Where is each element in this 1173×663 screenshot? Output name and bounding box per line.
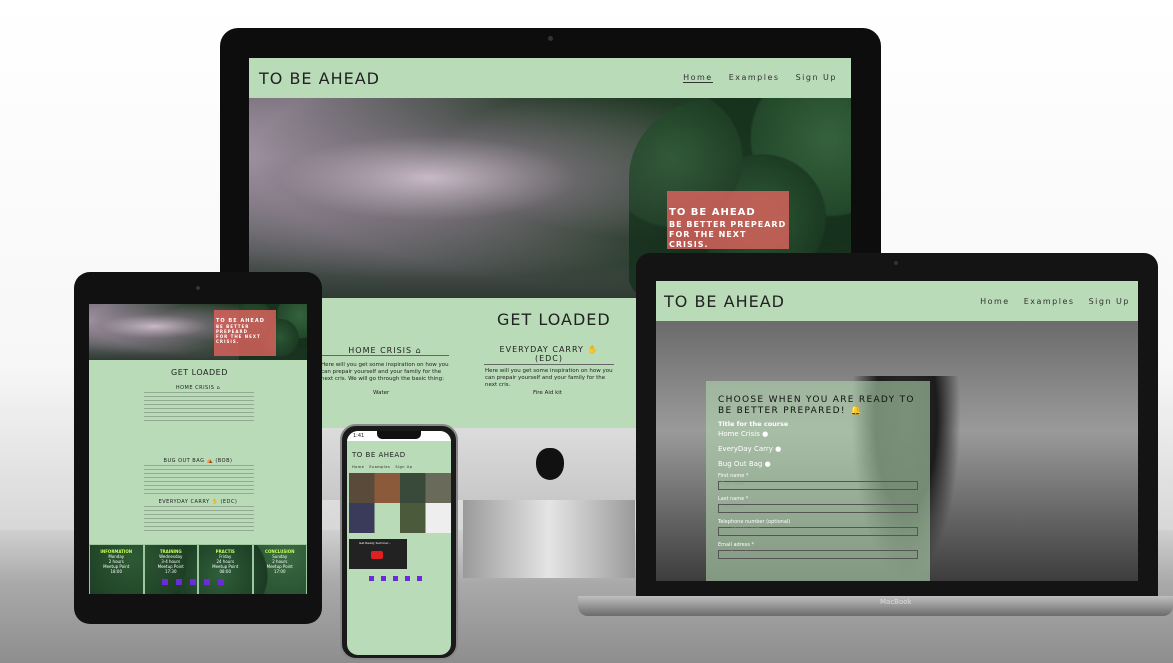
facebook-icon[interactable]	[162, 579, 168, 585]
laptop-screen: TO BE AHEAD Home Examples Sign Up CHOOSE…	[656, 281, 1138, 581]
laptop-brand[interactable]: TO BE AHEAD	[664, 292, 785, 311]
nav-sign-up[interactable]: Sign Up	[796, 73, 837, 83]
laptop-camera	[894, 261, 898, 265]
laptop-nav-sign-up[interactable]: Sign Up	[1089, 297, 1130, 306]
tablet-callout-line3: FOR THE NEXT CRISIS.	[216, 334, 261, 345]
phone-label: Telephone number (optional)	[718, 518, 791, 525]
tablet-bob-desc	[144, 465, 254, 495]
house-icon: ⌂	[415, 346, 422, 355]
laptop-navbar: TO BE AHEAD Home Examples Sign Up	[656, 281, 1138, 321]
tablet-edc-desc	[144, 506, 254, 534]
imac-camera	[548, 36, 553, 41]
apple-logo-icon	[536, 448, 564, 480]
site-brand[interactable]: TO BE AHEAD	[259, 69, 380, 88]
course-option-home[interactable]: Home Crisis ●	[718, 430, 918, 438]
phone-brand[interactable]: TO BE AHEAD	[352, 451, 406, 459]
info-col-training: TRAINING Wednesday 3-4 hours Meetup Point 1…	[143, 544, 198, 594]
phone-footer-icons	[369, 576, 422, 581]
phone-icon[interactable]	[204, 579, 210, 585]
phone-input[interactable]: e.g. 0701234567	[718, 526, 918, 536]
hand-icon: ✋	[587, 345, 599, 354]
play-button-icon[interactable]	[371, 551, 383, 559]
tablet-footer-icons	[162, 579, 224, 585]
mail-icon[interactable]	[218, 579, 224, 585]
tablet-info-strip: INFORMATION Monday 2 hours Meetup Point 18:…	[89, 544, 307, 594]
form-heading: CHOOSE WHEN YOU ARE READY TO BE BETTER P…	[718, 395, 915, 417]
first-name-label: First name *	[718, 472, 749, 479]
laptop-base: MacBook	[578, 596, 1173, 616]
instagram-icon[interactable]	[190, 579, 196, 585]
imac-stand	[463, 500, 635, 578]
last-name-label: Last name *	[718, 495, 749, 502]
laptop-nav: Home Examples Sign Up	[980, 297, 1130, 306]
first-name-input[interactable]: First name	[718, 480, 918, 490]
home-crisis-item: Water	[373, 390, 390, 396]
video-title: Get Ready Summer...	[359, 541, 391, 545]
info-col-practis: PRACTIS Friday 24 hours Meetup Point 08:00	[198, 544, 253, 594]
tablet-home-desc	[144, 392, 254, 422]
tablet-edc: EVERYDAY CARRY ✋ (EDC)	[158, 499, 238, 505]
edc-item: Fire Aid kit	[533, 390, 562, 396]
laptop-model-label: MacBook	[880, 598, 912, 606]
phone-screen: 1:41 TO BE AHEAD Home Examples Sign Up Get…	[347, 431, 451, 655]
course-option-bob[interactable]: Bug Out Bag ●	[718, 460, 918, 468]
tablet-screen: TO BE AHEAD BE BETTER PREPEARD FOR THE N…	[89, 304, 307, 594]
nav-examples[interactable]: Examples	[729, 73, 780, 83]
home-crisis-desc: Here will you get some inspiration on ho…	[321, 362, 449, 383]
edc-desc: Here will you get some inspiration on ho…	[485, 368, 613, 389]
course-option-edc[interactable]: EveryDay Carry ●	[718, 445, 918, 453]
facebook-icon[interactable]	[369, 576, 374, 581]
last-name-input[interactable]: Last name	[718, 503, 918, 513]
phone-nav: Home Examples Sign Up	[352, 465, 413, 469]
phone-notch	[377, 431, 421, 439]
hero-callout: TO BE AHEAD BE BETTER PREPEARD FOR THE N…	[667, 191, 789, 249]
tablet-loaded-title: GET LOADED	[171, 368, 228, 377]
email-label: Email adress *	[718, 541, 755, 548]
imac-navbar: TO BE AHEAD Home Examples Sign Up	[249, 58, 851, 98]
signup-form: CHOOSE WHEN YOU ARE READY TO BE BETTER P…	[706, 381, 930, 581]
laptop-nav-home[interactable]: Home	[980, 297, 1010, 306]
tablet-bob: BUG OUT BAG ⛺ (BOB)	[163, 458, 233, 464]
phone-gallery-row2	[349, 503, 451, 533]
laptop-device: TO BE AHEAD Home Examples Sign Up CHOOSE…	[636, 253, 1158, 608]
info-col-information: INFORMATION Monday 2 hours Meetup Point 18:…	[89, 544, 144, 594]
instagram-icon[interactable]	[393, 576, 398, 581]
nav-home[interactable]: Home	[683, 73, 713, 83]
course-title: Title for the course	[718, 419, 789, 428]
loaded-title: GET LOADED	[497, 310, 611, 329]
tablet-device: TO BE AHEAD BE BETTER PREPEARD FOR THE N…	[74, 272, 322, 624]
hero-callout-line2: BE BETTER PREPEARD	[669, 219, 787, 229]
tablet-callout: TO BE AHEAD BE BETTER PREPEARD FOR THE N…	[214, 310, 276, 356]
tablet-camera	[196, 286, 200, 290]
hero-callout-title: TO BE AHEAD	[669, 207, 756, 218]
phone-icon[interactable]	[405, 576, 410, 581]
tablet-home-crisis: HOME CRISIS ⌂	[175, 385, 221, 391]
email-input[interactable]: email@mail.com	[718, 549, 918, 559]
twitter-icon[interactable]	[176, 579, 182, 585]
bell-icon: 🔔	[849, 406, 863, 417]
phone-video: Get Ready Summer...	[349, 539, 407, 569]
home-crisis-heading: HOME CRISIS ⌂	[321, 346, 449, 356]
imac-nav: Home Examples Sign Up	[683, 73, 837, 83]
info-col-conclusion: CONCLUSION Sunday 2 hours Meetup Point 17:0…	[252, 544, 307, 594]
tablet-callout-line2: BE BETTER PREPEARD	[216, 324, 250, 335]
hero-callout-line3: FOR THE NEXT CRISIS.	[669, 229, 747, 249]
mail-icon[interactable]	[417, 576, 422, 581]
phone-device: 1:41 TO BE AHEAD Home Examples Sign Up Get…	[340, 424, 458, 660]
laptop-nav-examples[interactable]: Examples	[1024, 297, 1075, 306]
edc-heading: EVERYDAY CARRY ✋ (EDC)	[484, 345, 614, 365]
twitter-icon[interactable]	[381, 576, 386, 581]
